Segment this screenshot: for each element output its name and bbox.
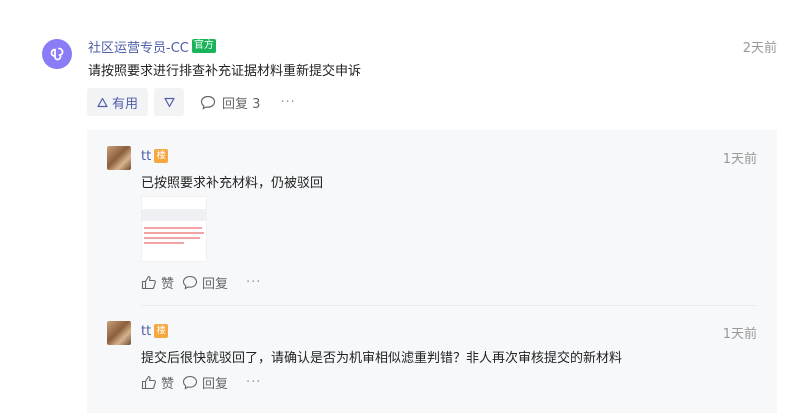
like-button[interactable]: 赞	[141, 273, 174, 292]
attachment-image[interactable]	[141, 196, 207, 262]
image-text-line	[144, 237, 200, 239]
user-avatar[interactable]	[107, 321, 131, 345]
comment-author-name[interactable]: 社区运营专员-CC	[88, 37, 189, 56]
like-icon	[141, 375, 156, 390]
useful-button[interactable]: 有用	[87, 88, 149, 116]
reply-label: 回复 3	[222, 96, 261, 112]
reply-button[interactable]: 回复 3	[200, 93, 260, 112]
reply-actions: 赞 回复 ···	[141, 373, 261, 392]
thumbs-up-outline-icon	[97, 97, 108, 107]
comment-bubble-icon	[182, 275, 198, 290]
thumbs-down-outline-icon	[163, 97, 175, 107]
official-badge: 官方	[191, 39, 216, 53]
reply-author-name[interactable]: tt	[141, 324, 151, 339]
more-options[interactable]: ···	[246, 375, 261, 390]
comment-actions: 有用 回复 3 ···	[87, 88, 296, 116]
reply-time: 1天前	[722, 327, 757, 342]
reply-button[interactable]: 回复	[182, 373, 228, 392]
more-options[interactable]: ···	[246, 275, 261, 290]
more-options[interactable]: ···	[280, 95, 295, 110]
comment-bubble-icon	[182, 375, 198, 390]
reply-time: 1天前	[722, 152, 757, 167]
reply-text: 提交后很快就驳回了，请确认是否为机审相似滤重判错？非人再次审核提交的新材料	[141, 351, 623, 366]
floor-badge: 楼	[154, 324, 169, 338]
image-text-line	[144, 232, 204, 234]
comment-thread: 社区运营专员-CC 官方 2天前 请按照要求进行排查补充证据材料重新提交申诉 有…	[0, 0, 793, 413]
reply-author-name[interactable]: tt	[141, 149, 151, 164]
image-header-band	[142, 209, 206, 221]
reply-label: 回复	[202, 277, 229, 292]
reply-text: 已按照要求补充材料，仍被驳回	[141, 176, 324, 191]
comment-text: 请按照要求进行排查补充证据材料重新提交申诉	[88, 64, 362, 79]
comment-time: 2天前	[742, 41, 777, 56]
like-icon	[141, 275, 156, 290]
replies-panel: tt 楼 1天前 已按照要求补充材料，仍被驳回 赞 回复 ··· tt 楼 1天…	[87, 130, 777, 413]
like-label: 赞	[161, 277, 175, 292]
image-text-line	[144, 227, 202, 229]
user-avatar[interactable]	[107, 146, 131, 170]
comment-bubble-icon	[200, 95, 216, 110]
reply-author-line: tt 楼	[141, 322, 169, 340]
reply-actions: 赞 回复 ···	[141, 273, 261, 292]
not-useful-button[interactable]	[154, 88, 185, 116]
mini-program-icon	[50, 47, 64, 61]
comment-author-line: 社区运营专员-CC 官方	[88, 36, 216, 56]
useful-label: 有用	[112, 96, 139, 112]
official-avatar[interactable]	[42, 39, 72, 69]
reply-button[interactable]: 回复	[182, 273, 228, 292]
divider	[141, 305, 757, 306]
reply-label: 回复	[202, 377, 229, 392]
like-label: 赞	[161, 377, 175, 392]
reply-author-line: tt 楼	[141, 147, 169, 165]
like-button[interactable]: 赞	[141, 373, 174, 392]
floor-badge: 楼	[154, 149, 169, 163]
image-text-line	[144, 242, 184, 244]
